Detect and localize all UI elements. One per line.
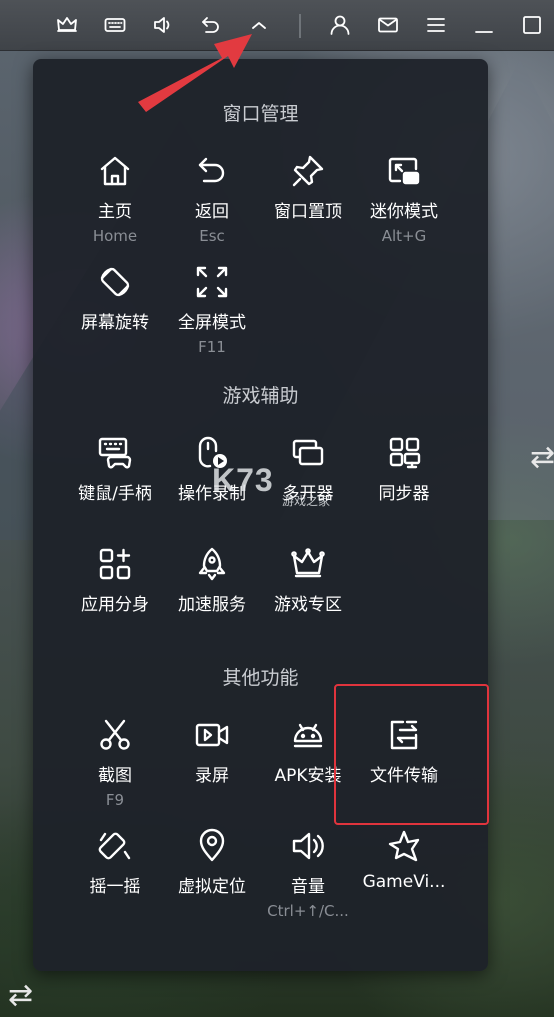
game-zone-button[interactable]: 游戏专区 [260, 546, 356, 615]
home-label: 主页 [98, 202, 132, 222]
file-transfer-highlight-box [334, 684, 489, 825]
scissors-icon [97, 717, 133, 753]
back-shortcut: Esc [199, 227, 225, 245]
k73-watermark: K73 游戏之家 [212, 462, 342, 522]
volume-shortcut: Ctrl+↑/C... [267, 902, 349, 920]
mini-mode-icon [386, 153, 422, 189]
swap-arrows-icon: ⇄ [530, 440, 554, 475]
sync-label: 同步器 [378, 484, 430, 504]
volume-label: 音量 [291, 877, 325, 897]
app-clone-button[interactable]: 应用分身 [67, 546, 163, 615]
virtual-location-label: 虚拟定位 [178, 877, 246, 897]
watermark-tagline: 游戏之家 [282, 494, 331, 508]
rocket-icon [194, 546, 230, 582]
apps-icon [97, 546, 133, 582]
shake-button[interactable]: 摇一摇 [67, 828, 163, 897]
fullscreen-label: 全屏模式 [178, 313, 246, 333]
user-icon[interactable] [325, 10, 355, 40]
home-button[interactable]: 主页 Home [67, 153, 163, 245]
minimize-icon[interactable] [469, 10, 499, 40]
pin-icon [290, 153, 326, 189]
video-icon [194, 717, 230, 753]
mini-mode-label: 迷你模式 [370, 202, 438, 222]
mail-icon[interactable] [373, 10, 403, 40]
maximize-icon[interactable] [517, 10, 547, 40]
crown-icon [290, 546, 326, 582]
pin-window-button[interactable]: 窗口置顶 [260, 153, 356, 222]
crown-icon[interactable] [52, 10, 82, 40]
volume-icon [290, 828, 326, 864]
app-clone-label: 应用分身 [81, 595, 149, 615]
section-title-game-assist: 游戏辅助 [222, 385, 299, 407]
fullscreen-button[interactable]: 全屏模式 F11 [164, 264, 260, 356]
mini-mode-shortcut: Alt+G [381, 227, 427, 245]
android-icon [290, 717, 326, 753]
rotate-label: 屏幕旋转 [81, 313, 149, 333]
mini-mode-button[interactable]: 迷你模式 Alt+G [356, 153, 452, 245]
gameview-icon [386, 828, 422, 864]
fullscreen-shortcut: F11 [198, 338, 226, 356]
boost-button[interactable]: 加速服务 [164, 546, 260, 615]
keyboard-icon[interactable] [100, 10, 130, 40]
swap-arrows-icon: ⇄ [8, 978, 34, 1013]
shake-icon [97, 828, 133, 864]
toolbar-divider [299, 14, 301, 38]
back-label: 返回 [195, 202, 229, 222]
game-zone-label: 游戏专区 [274, 595, 342, 615]
screen-record-label: 录屏 [195, 766, 229, 786]
home-shortcut: Home [92, 227, 138, 245]
menu-icon[interactable] [421, 10, 451, 40]
screenshot-shortcut: F9 [105, 791, 125, 809]
keymouse-label: 键鼠/手柄 [78, 484, 152, 504]
gameview-button[interactable]: GameVi... [356, 828, 452, 892]
gamepad-icon [97, 435, 133, 471]
screenshot-button[interactable]: 截图 F9 [67, 717, 163, 809]
volume-button[interactable]: 音量 Ctrl+↑/C... [260, 828, 356, 920]
gameview-label: GameVi... [362, 872, 446, 892]
emulator-toolbar [0, 0, 554, 51]
boost-label: 加速服务 [178, 595, 246, 615]
pin-label: 窗口置顶 [274, 202, 342, 222]
location-icon [194, 828, 230, 864]
watermark-logo-text: K73 [212, 462, 274, 498]
home-icon [97, 153, 133, 189]
sync-button[interactable]: 同步器 [356, 435, 452, 504]
rotate-icon [97, 264, 133, 300]
keymouse-button[interactable]: 键鼠/手柄 [67, 435, 163, 504]
screenshot-label: 截图 [98, 766, 132, 786]
sync-icon [386, 435, 422, 471]
pointer-arrow-annotation [138, 34, 252, 112]
shake-label: 摇一摇 [89, 877, 141, 897]
screen-record-button[interactable]: 录屏 [164, 717, 260, 786]
fullscreen-icon [194, 264, 230, 300]
back-button[interactable]: 返回 Esc [164, 153, 260, 245]
back-icon [194, 153, 230, 189]
virtual-location-button[interactable]: 虚拟定位 [164, 828, 260, 897]
rotate-screen-button[interactable]: 屏幕旋转 [67, 264, 163, 333]
